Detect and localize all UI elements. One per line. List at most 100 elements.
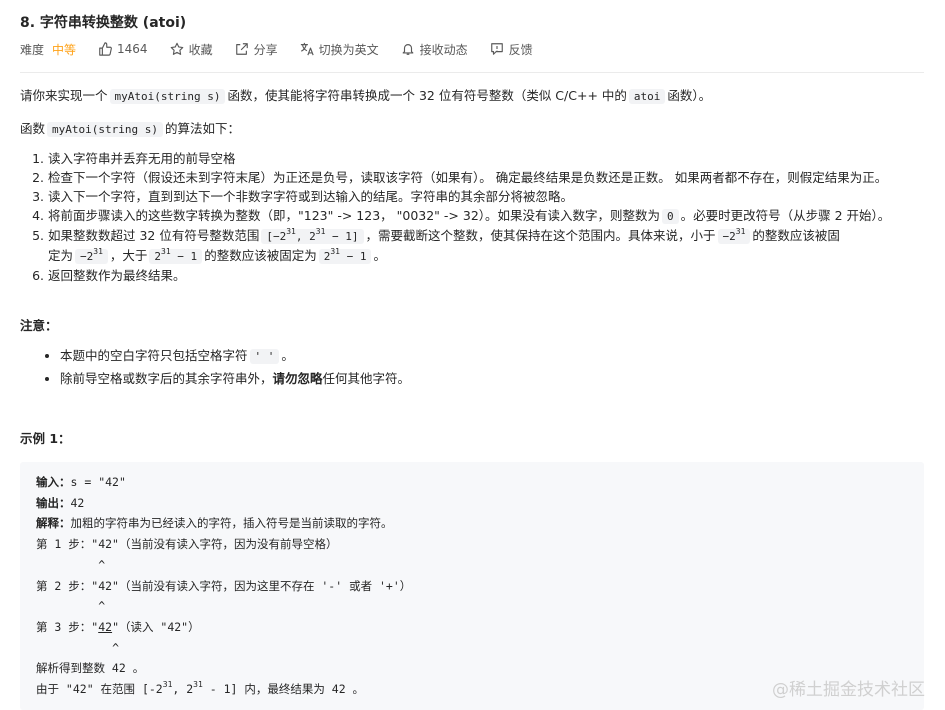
- explain-value: 加粗的字符串为已经读入的字符，插入符号是当前读取的字符。: [70, 516, 393, 531]
- example-step-line: 第 3 步：": [36, 619, 99, 634]
- problem-title: 8. 字符串转换整数 (atoi): [20, 15, 187, 31]
- share-icon: [235, 43, 248, 55]
- difficulty-label: 难度: [20, 42, 45, 57]
- example-step-line: "（读入 "42"）: [112, 619, 200, 634]
- subscribe-label: 接收动态: [419, 42, 468, 57]
- star-icon: [170, 42, 183, 55]
- list-item: 读入下一个字符，直到到达下一个非数字字符或到达输入的结尾。字符串的其余部分将被忽…: [48, 187, 945, 206]
- list-item: 将前面步骤读入的这些数字转换为整数（即，"123" -> 123， "0032"…: [48, 206, 945, 226]
- note-text: 本题中的空白字符只包括空格字符: [60, 348, 248, 363]
- step-text: 将前面步骤读入的这些数字转换为整数（即，"123" -> 123， "0032"…: [48, 208, 661, 223]
- superscript: 31: [193, 680, 203, 690]
- code-text: − 1: [170, 250, 198, 263]
- code-text: − 1: [339, 250, 367, 263]
- inline-code: [−231, 231 − 1]: [261, 227, 364, 244]
- superscript: 31: [93, 247, 103, 256]
- step-text: 的整数应该被固: [752, 228, 840, 243]
- intro-text: 请你来实现一个: [20, 88, 108, 103]
- code-text: [−2: [266, 230, 287, 243]
- notes-heading: 注意：: [20, 318, 58, 333]
- bell-icon: [402, 44, 414, 55]
- code-text: −2: [722, 230, 736, 243]
- inline-code: ' ': [249, 349, 280, 364]
- list-item: 读入字符串并丢弃无用的前导空格: [48, 149, 945, 168]
- step-text: 。: [373, 248, 386, 263]
- superscript: 31: [286, 227, 296, 236]
- problem-page: 8. 字符串转换整数 (atoi) 难度 中等 1464 收藏 分享 切换为英文…: [0, 0, 945, 710]
- like-count: 1464: [117, 42, 148, 56]
- example-step-line: 第 1 步："42"（当前没有读入字符，因为没有前导空格）: [36, 537, 338, 552]
- difficulty-badge: 中等: [52, 42, 77, 57]
- intro-paragraph-2: 函数 myAtoi(string s) 的算法如下：: [20, 120, 240, 139]
- explain-label: 解释：: [36, 516, 71, 531]
- output-label: 输出：: [36, 495, 71, 510]
- superscript: 31: [162, 680, 173, 690]
- inline-code: myAtoi(string s): [47, 122, 163, 137]
- example-heading: 示例 1：: [20, 431, 71, 446]
- favorite-button[interactable]: 收藏: [170, 41, 213, 58]
- intro-text: 函数: [20, 121, 46, 136]
- underlined-digits: 42: [98, 619, 113, 634]
- output-value: 42: [70, 495, 85, 510]
- parsed-result-line: 解析得到整数 42 。: [36, 661, 145, 676]
- range-line: 由于 "42" 在范围 [-2: [36, 682, 163, 697]
- step-text: ，需要截断这个整数，使其保持在这个范围内。具体来说，小于: [365, 228, 716, 243]
- inline-code: 231 − 1: [318, 247, 372, 264]
- step-text: 如果整数数超过 32 位有符号整数范围: [48, 228, 260, 243]
- share-label: 分享: [253, 42, 278, 57]
- thumbs-up-icon: [99, 42, 112, 56]
- like-button[interactable]: 1464: [98, 42, 148, 56]
- example-code-block: 输入：s = "42" 输出：42 解释：加粗的字符串为已经读入的字符，插入符号…: [20, 462, 924, 710]
- subscribe-button[interactable]: 接收动态: [401, 41, 468, 58]
- superscript: 31: [735, 227, 746, 236]
- list-item: 检查下一个字符（假设还未到字符末尾）为正还是负号，读取该字符（如果有）。 确定最…: [48, 168, 945, 187]
- feedback-label: 反馈: [508, 42, 533, 57]
- list-item: 返回整数作为最终结果。: [48, 266, 945, 285]
- step-text: ，大于: [109, 248, 148, 263]
- input-value: s = "42": [70, 475, 126, 489]
- caret-line: ^: [36, 557, 106, 572]
- range-line: - 1] 内，最终结果为 42 。: [202, 682, 365, 697]
- step-text: 定为: [48, 248, 74, 263]
- list-item: 除前导空格或数字后的其余字符串外，请勿忽略任何其他字符。: [60, 368, 945, 390]
- notes-list: 本题中的空白字符只包括空格字符' '。 除前导空格或数字后的其余字符串外，请勿忽…: [20, 345, 945, 390]
- feedback-icon: [490, 43, 503, 55]
- caret-line: ^: [36, 640, 120, 655]
- intro-text: 函数，使其能将字符串转换成一个 32 位有符号整数（类似 C/C++ 中的: [227, 88, 627, 103]
- inline-code: −231: [717, 227, 751, 244]
- inline-code: 231 − 1: [149, 247, 203, 264]
- favorite-label: 收藏: [188, 42, 213, 57]
- share-button[interactable]: 分享: [235, 41, 278, 58]
- note-text: 除前导空格或数字后的其余字符串外，: [60, 371, 273, 386]
- code-text: − 1]: [325, 230, 359, 243]
- header-divider: [20, 72, 924, 73]
- superscript: 31: [330, 247, 340, 256]
- feedback-button[interactable]: 反馈: [490, 41, 533, 58]
- algorithm-steps-list: 读入字符串并丢弃无用的前导空格 检查下一个字符（假设还未到字符末尾）为正还是负号…: [20, 149, 945, 285]
- note-text: 任何其他字符。: [322, 371, 411, 386]
- caret-line: ^: [36, 599, 106, 614]
- translate-label: 切换为英文: [318, 42, 379, 57]
- range-line: , 2: [172, 682, 194, 697]
- list-item: 本题中的空白字符只包括空格字符' '。: [60, 345, 945, 368]
- example-step-line: 第 2 步："42"（当前没有读入字符，因为这里不存在 '-' 或者 '+'）: [36, 578, 412, 593]
- watermark: @稀土掘金技术社区: [772, 680, 925, 700]
- inline-code: atoi: [628, 89, 666, 104]
- inline-code: 0: [662, 209, 679, 224]
- superscript: 31: [161, 247, 171, 256]
- problem-meta-bar: 难度 中等 1464 收藏 分享 切换为英文 接收动态 反馈: [20, 40, 555, 58]
- superscript: 31: [315, 227, 326, 236]
- code-text: , 2: [295, 230, 316, 243]
- intro-text: 的算法如下：: [164, 121, 240, 136]
- note-text: 。: [281, 348, 294, 363]
- translate-icon: [300, 42, 314, 56]
- step-text: 的整数应该被固定为: [204, 248, 317, 263]
- input-label: 输入：: [36, 475, 71, 489]
- inline-code: −231: [75, 247, 108, 264]
- code-text: −2: [80, 250, 94, 263]
- step-text: 。必要时更改符号（从步骤 2 开始）。: [680, 208, 891, 223]
- intro-paragraph-1: 请你来实现一个 myAtoi(string s) 函数，使其能将字符串转换成一个 3…: [20, 87, 711, 106]
- list-item: 如果整数数超过 32 位有符号整数范围[−231, 231 − 1]，需要截断这…: [48, 226, 945, 266]
- translate-button[interactable]: 切换为英文: [300, 41, 379, 58]
- intro-text: 函数）。: [667, 88, 712, 103]
